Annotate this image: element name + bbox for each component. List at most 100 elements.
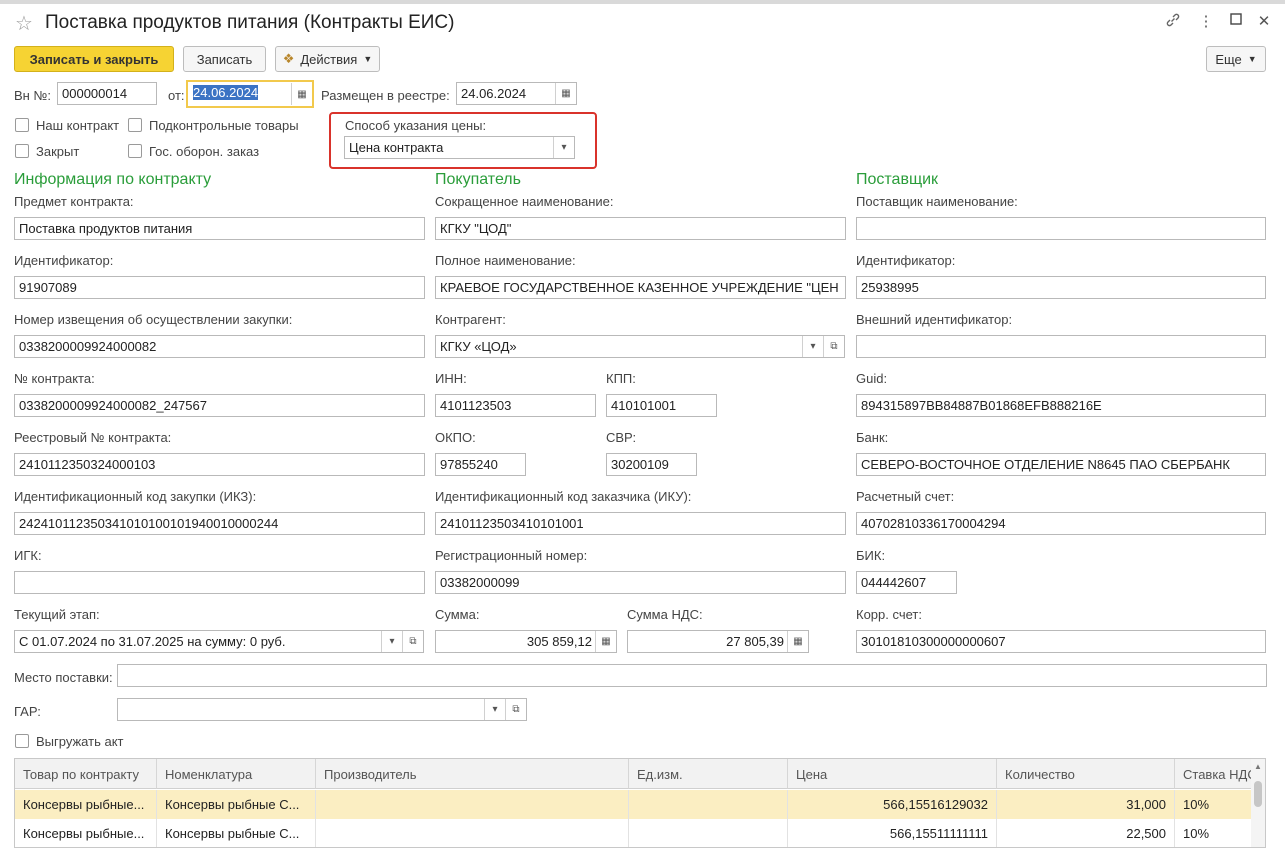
- bik-input[interactable]: 044442607: [856, 571, 957, 594]
- calendar-icon[interactable]: ▦: [291, 83, 312, 105]
- counterparty-value: КГКУ «ЦОД»: [440, 339, 517, 354]
- account-input[interactable]: 40702810336170004294: [856, 512, 1266, 535]
- supplier-name-input[interactable]: [856, 217, 1266, 240]
- from-label: от:: [168, 88, 185, 103]
- reg-number-input[interactable]: 03382000099: [435, 571, 846, 594]
- column-header[interactable]: Ставка НДС: [1175, 759, 1253, 789]
- igk-label: ИГК:: [14, 548, 42, 563]
- registry-date-input[interactable]: 24.06.2024 ▦: [456, 82, 577, 105]
- table-cell: 10%: [1175, 819, 1253, 847]
- vat-input[interactable]: 27 805,39 ▦: [627, 630, 809, 653]
- bank-input[interactable]: СЕВЕРО-ВОСТОЧНОЕ ОТДЕЛЕНИЕ N8645 ПАО СБЕ…: [856, 453, 1266, 476]
- delivery-place-label: Место поставки:: [14, 670, 113, 685]
- dropdown-icon[interactable]: ▾: [553, 137, 574, 158]
- price-method-value: Цена контракта: [349, 140, 444, 155]
- delivery-place-input[interactable]: [117, 664, 1267, 687]
- vn-input[interactable]: 000000014: [57, 82, 157, 105]
- close-icon[interactable]: ✕: [1254, 12, 1274, 30]
- star-icon[interactable]: ☆: [15, 11, 33, 36]
- corr-account-label: Корр. счет:: [856, 607, 922, 622]
- column-header[interactable]: Производитель: [316, 759, 629, 789]
- ikz-input[interactable]: 242410112350341010100101940010000244: [14, 512, 425, 535]
- open-icon[interactable]: ⧉: [402, 631, 423, 652]
- actions-icon: ❖: [282, 51, 295, 66]
- inn-input[interactable]: 4101123503: [435, 394, 596, 417]
- goods-table: Товар по контракту Номенклатура Производ…: [14, 758, 1266, 848]
- open-icon[interactable]: ⧉: [505, 699, 526, 720]
- link-icon[interactable]: [1163, 12, 1183, 32]
- contract-id-input[interactable]: 91907089: [14, 276, 425, 299]
- from-date-input[interactable]: 24.06.2024 ▦: [186, 80, 314, 108]
- notice-input[interactable]: 0338200009924000082: [14, 335, 425, 358]
- defense-order-checkbox[interactable]: [128, 144, 142, 158]
- igk-input[interactable]: [14, 571, 425, 594]
- subject-input[interactable]: Поставка продуктов питания: [14, 217, 425, 240]
- sum-input[interactable]: 305 859,12 ▦: [435, 630, 617, 653]
- iku-label: Идентификационный код заказчика (ИКУ):: [435, 489, 692, 504]
- supplier-id-input[interactable]: 25938995: [856, 276, 1266, 299]
- save-button[interactable]: Записать: [183, 46, 266, 72]
- buyer-full-label: Полное наименование:: [435, 253, 576, 268]
- buyer-full-input[interactable]: КРАЕВОЕ ГОСУДАРСТВЕННОЕ КАЗЕННОЕ УЧРЕЖДЕ…: [435, 276, 846, 299]
- stage-select[interactable]: С 01.07.2024 по 31.07.2025 на сумму: 0 р…: [14, 630, 424, 653]
- svr-input[interactable]: 30200109: [606, 453, 697, 476]
- buyer-short-label: Сокращенное наименование:: [435, 194, 614, 209]
- export-act-label: Выгружать акт: [36, 734, 124, 749]
- kpp-input[interactable]: 410101001: [606, 394, 717, 417]
- actions-button[interactable]: ❖ Действия ▼: [275, 46, 380, 72]
- table-cell: 22,500: [997, 819, 1175, 847]
- vn-label: Вн №:: [14, 88, 52, 103]
- okpo-label: ОКПО:: [435, 430, 476, 445]
- okpo-input[interactable]: 97855240: [435, 453, 526, 476]
- vat-value: 27 805,39: [726, 634, 784, 649]
- gar-select[interactable]: ▾ ⧉: [117, 698, 527, 721]
- gar-label: ГАР:: [14, 704, 41, 719]
- column-header[interactable]: Цена: [788, 759, 997, 789]
- external-id-label: Внешний идентификатор:: [856, 312, 1013, 327]
- column-header[interactable]: Ед.изм.: [629, 759, 788, 789]
- more-vertical-icon[interactable]: ⋮: [1196, 12, 1216, 30]
- our-contract-label: Наш контракт: [36, 118, 120, 133]
- more-button[interactable]: Еще ▼: [1206, 46, 1266, 72]
- price-method-select[interactable]: Цена контракта ▾: [344, 136, 575, 159]
- external-id-input[interactable]: [856, 335, 1266, 358]
- corr-account-input[interactable]: 30101810300000000607: [856, 630, 1266, 653]
- dropdown-icon[interactable]: ▾: [381, 631, 402, 652]
- column-header[interactable]: Товар по контракту: [15, 759, 157, 789]
- buyer-short-input[interactable]: КГКУ "ЦОД": [435, 217, 846, 240]
- iku-input[interactable]: 241011235034101010​01: [435, 512, 846, 535]
- column-header[interactable]: Номенклатура: [157, 759, 316, 789]
- contract-number-input[interactable]: 0338200009924000082_247567: [14, 394, 425, 417]
- top-strip: [0, 0, 1285, 4]
- contract-number-label: № контракта:: [14, 371, 95, 386]
- subject-label: Предмет контракта:: [14, 194, 134, 209]
- export-act-checkbox[interactable]: [15, 734, 29, 748]
- dropdown-icon[interactable]: ▾: [484, 699, 505, 720]
- window-title: Поставка продуктов питания (Контракты ЕИ…: [45, 12, 455, 33]
- sum-label: Сумма:: [435, 607, 480, 622]
- column-header[interactable]: Количество: [997, 759, 1175, 789]
- calendar-icon[interactable]: ▦: [555, 83, 576, 104]
- stage-label: Текущий этап:: [14, 607, 100, 622]
- open-icon[interactable]: ⧉: [823, 336, 844, 357]
- maximize-icon[interactable]: [1226, 12, 1246, 29]
- guid-input[interactable]: 894315897BB84887B01868EFB888216E: [856, 394, 1266, 417]
- table-cell: [629, 790, 788, 819]
- vat-label: Сумма НДС:: [627, 607, 703, 622]
- table-scrollbar[interactable]: ▲: [1251, 759, 1265, 847]
- registry-no-input[interactable]: 2410112350324000103: [14, 453, 425, 476]
- controlled-goods-checkbox[interactable]: [128, 118, 142, 132]
- dropdown-icon[interactable]: ▾: [802, 336, 823, 357]
- counterparty-select[interactable]: КГКУ «ЦОД» ▾ ⧉: [435, 335, 845, 358]
- counterparty-label: Контрагент:: [435, 312, 506, 327]
- calculator-icon[interactable]: ▦: [595, 631, 616, 652]
- calculator-icon[interactable]: ▦: [787, 631, 808, 652]
- from-date-value: 24.06.2024: [193, 85, 259, 100]
- save-close-button[interactable]: Записать и закрыть: [14, 46, 174, 72]
- our-contract-checkbox[interactable]: [15, 118, 29, 132]
- scroll-up-icon[interactable]: ▲: [1254, 762, 1262, 771]
- closed-checkbox[interactable]: [15, 144, 29, 158]
- scroll-thumb[interactable]: [1254, 781, 1262, 807]
- buyer-section-title: Покупатель: [435, 171, 521, 188]
- stage-value: С 01.07.2024 по 31.07.2025 на сумму: 0 р…: [19, 634, 286, 649]
